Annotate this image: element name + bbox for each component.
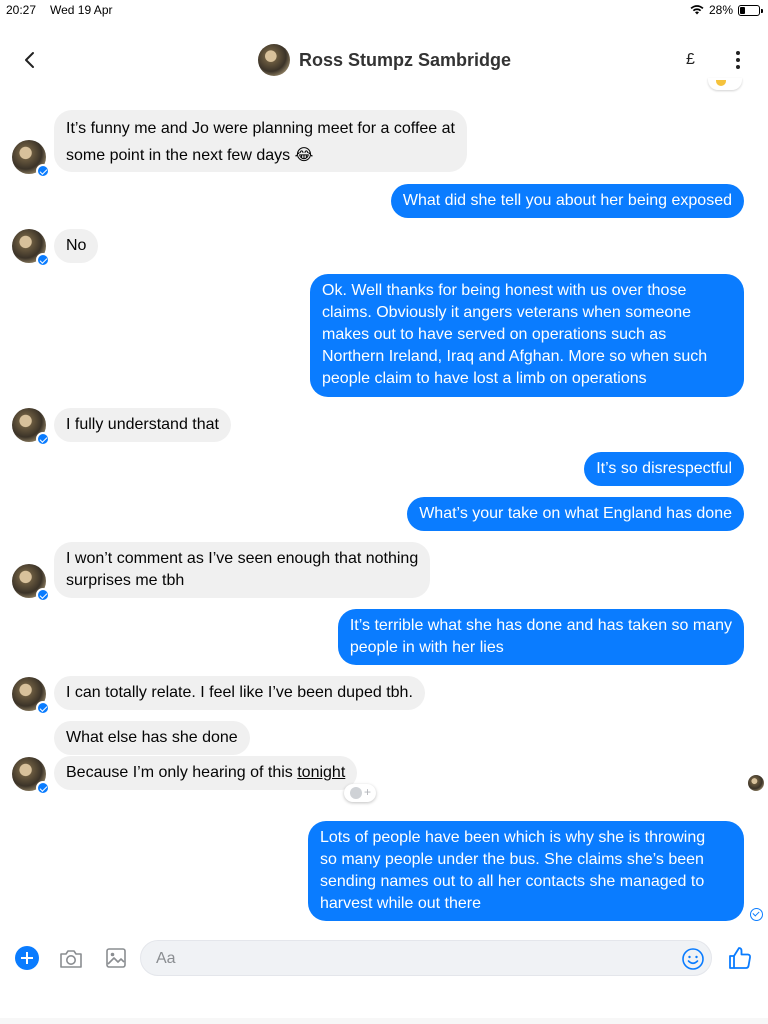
message-bubble-incoming[interactable]: What else has she done bbox=[54, 721, 250, 755]
contact-name[interactable]: Ross Stumpz Sambridge bbox=[299, 50, 511, 71]
battery-fill bbox=[740, 6, 745, 14]
camera-icon[interactable] bbox=[58, 946, 84, 972]
smiley-icon[interactable] bbox=[681, 947, 705, 971]
plus-icon: + bbox=[364, 785, 372, 799]
message-composer: Aa bbox=[0, 936, 768, 980]
seen-indicator-avatar bbox=[748, 775, 764, 791]
message-bubble-incoming[interactable]: No bbox=[54, 229, 99, 263]
message-link-text[interactable]: tonight bbox=[297, 764, 345, 781]
message-input-placeholder: Aa bbox=[156, 950, 176, 967]
message-bubble-outgoing[interactable]: What’s your take on what England has don… bbox=[407, 497, 744, 531]
messenger-badge-icon bbox=[36, 432, 50, 446]
back-chevron-icon[interactable] bbox=[18, 48, 42, 72]
battery-percent: 28% bbox=[708, 3, 733, 17]
home-indicator-bar bbox=[0, 1018, 768, 1024]
messenger-badge-icon bbox=[36, 253, 50, 267]
wifi-icon bbox=[690, 5, 704, 15]
status-date: Wed 19 Apr bbox=[50, 3, 113, 17]
battery-icon bbox=[738, 4, 763, 16]
messenger-badge-icon bbox=[36, 588, 50, 602]
message-bubble-incoming[interactable]: Because I’m only hearing of this tonight bbox=[54, 756, 358, 790]
sender-avatar[interactable] bbox=[12, 140, 50, 178]
message-bubble-outgoing[interactable]: Ok. Well thanks for being honest with us… bbox=[310, 274, 744, 397]
smiley-icon bbox=[350, 787, 362, 799]
sender-avatar[interactable] bbox=[12, 408, 50, 446]
add-reaction-button[interactable]: + bbox=[344, 784, 376, 802]
thumbs-up-icon[interactable] bbox=[727, 945, 753, 971]
messenger-badge-icon bbox=[36, 701, 50, 715]
conversation-header: Ross Stumpz Sambridge £ bbox=[0, 38, 768, 84]
message-bubble-outgoing[interactable]: It’s so disrespectful bbox=[584, 452, 744, 486]
avatar bbox=[748, 775, 764, 791]
contact-avatar[interactable] bbox=[258, 44, 290, 76]
message-bubble-incoming[interactable]: It’s funny me and Jo were planning meet … bbox=[54, 110, 467, 172]
status-time: 20:27 bbox=[6, 3, 37, 17]
sender-avatar[interactable] bbox=[12, 564, 50, 602]
image-icon[interactable] bbox=[104, 946, 128, 970]
pay-button[interactable]: £ bbox=[686, 51, 695, 69]
messenger-badge-icon bbox=[36, 164, 50, 178]
message-bubble-incoming[interactable]: I won’t comment as I’ve seen enough that… bbox=[54, 542, 431, 598]
sender-avatar[interactable] bbox=[12, 757, 50, 795]
status-bar: 20:27 Wed 19 Apr 28% bbox=[0, 0, 768, 22]
message-bubble-incoming[interactable]: I fully understand that bbox=[54, 408, 231, 442]
messenger-badge-icon bbox=[36, 781, 50, 795]
message-bubble-outgoing[interactable]: It’s terrible what she has done and has … bbox=[337, 609, 744, 665]
message-input[interactable]: Aa bbox=[140, 940, 712, 976]
sender-avatar[interactable] bbox=[12, 677, 50, 715]
message-bubble-incoming[interactable]: I can totally relate. I feel like I’ve b… bbox=[54, 676, 425, 710]
plus-icon[interactable] bbox=[15, 946, 39, 970]
sender-avatar[interactable] bbox=[12, 229, 50, 267]
delivered-check-icon bbox=[750, 908, 763, 921]
message-bubble-outgoing[interactable]: What did she tell you about her being ex… bbox=[390, 184, 744, 218]
reaction-badge bbox=[708, 78, 742, 90]
more-vertical-icon[interactable] bbox=[734, 51, 742, 69]
message-text: Because I’m only hearing of this bbox=[66, 764, 298, 781]
status-right: 28% bbox=[690, 3, 763, 17]
contact-header[interactable]: Ross Stumpz Sambridge bbox=[258, 44, 511, 76]
message-bubble-outgoing[interactable]: Lots of people have been which is why sh… bbox=[308, 821, 744, 921]
